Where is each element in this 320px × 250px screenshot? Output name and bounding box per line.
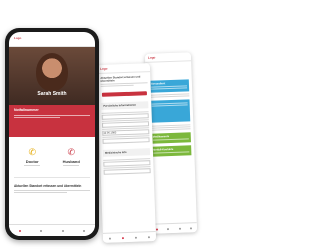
phone-screen: Logo Sarah Smith Notfallnummer ✆ Doctor … (9, 32, 95, 236)
card-title: Persönliche Informationen (103, 103, 137, 108)
info-card-blue-2[interactable] (149, 99, 191, 123)
bottom-nav (150, 222, 198, 234)
emergency-card: Notfallnummer (9, 105, 95, 137)
nav-profile-icon[interactable] (178, 227, 181, 230)
phone-icon: ✆ (67, 147, 75, 157)
contact-label: Husband (62, 159, 80, 164)
app-logo: Logo (14, 36, 22, 40)
nav-map-icon[interactable] (40, 229, 43, 232)
phone-icon: ✆ (28, 147, 36, 157)
share-location-button[interactable] (101, 91, 147, 97)
contact-husband-button[interactable]: ✆ Husband (63, 147, 80, 167)
phone-front: Logo Sarah Smith Notfallnummer ✆ Doctor … (5, 28, 99, 240)
nav-map-icon[interactable] (167, 227, 170, 230)
text-line (14, 190, 90, 191)
profile-hero: Sarah Smith (9, 47, 95, 105)
nav-settings-icon[interactable] (83, 229, 86, 232)
card-title: Medizinische Info (104, 150, 127, 155)
info-card-health[interactable]: Gesundheit (148, 79, 190, 93)
text-line (151, 87, 188, 90)
profile-name: Sarah Smith (37, 91, 67, 97)
info-card-contacts[interactable]: Notfall-Kontakte (151, 145, 192, 157)
text-line (100, 84, 134, 87)
info-card-medications[interactable]: Medikamente (150, 132, 191, 144)
text-line (152, 138, 189, 141)
nav-profile-icon[interactable] (135, 236, 138, 239)
contact-label: Doctor (25, 159, 39, 164)
text-line (153, 151, 190, 154)
nav-home-icon[interactable] (18, 229, 21, 232)
text-line (14, 115, 90, 116)
tablet-screen-middle: Logo Aktuellen Standort erfassen und übe… (96, 63, 157, 243)
nav-settings-icon[interactable] (148, 235, 151, 238)
bottom-nav (102, 231, 157, 243)
nav-home-icon[interactable] (108, 237, 111, 240)
text-line (63, 165, 80, 166)
text-line (24, 165, 41, 166)
nav-map-icon[interactable] (121, 236, 124, 239)
contact-doctor-button[interactable]: ✆ Doctor (24, 147, 41, 167)
contact-row: ✆ Doctor ✆ Husband (9, 137, 95, 171)
section-title: Aktuellen Standort erfassen und übermitt… (14, 184, 82, 188)
form-field[interactable] (102, 137, 150, 144)
divider (145, 60, 192, 63)
text-line (14, 192, 68, 193)
emergency-title: Notfallnummer (14, 108, 39, 112)
text-line (151, 104, 188, 107)
app-logo: Logo (147, 55, 156, 60)
bottom-nav (9, 224, 95, 236)
card-body (150, 124, 191, 131)
medical-info-fields (100, 155, 154, 178)
text-line (150, 128, 191, 131)
nav-profile-icon[interactable] (61, 229, 64, 232)
form-field[interactable] (103, 168, 151, 175)
nav-home-icon[interactable] (155, 228, 158, 231)
text-line (149, 95, 190, 98)
app-logo: Logo (99, 66, 108, 71)
personal-info-fields: 12.06.1985 (98, 108, 152, 147)
location-section: Aktuellen Standort erfassen und übermitt… (9, 184, 95, 193)
profile-photo (36, 53, 68, 91)
card-body (149, 93, 190, 98)
divider (14, 177, 90, 178)
text-line (14, 117, 60, 118)
nav-settings-icon[interactable] (190, 226, 193, 229)
